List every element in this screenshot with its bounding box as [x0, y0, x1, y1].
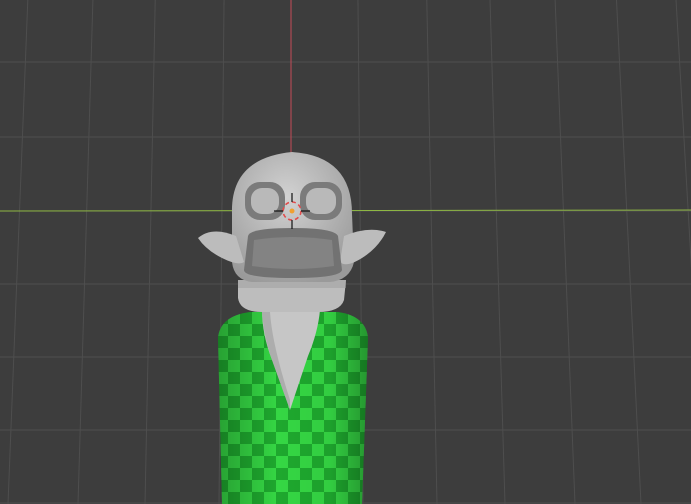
3d-viewport[interactable]	[0, 0, 691, 504]
object-origin-icon	[289, 208, 295, 214]
viewport-canvas[interactable]	[0, 0, 691, 504]
right-fin-mesh[interactable]	[340, 229, 386, 265]
character-model[interactable]	[198, 152, 386, 504]
